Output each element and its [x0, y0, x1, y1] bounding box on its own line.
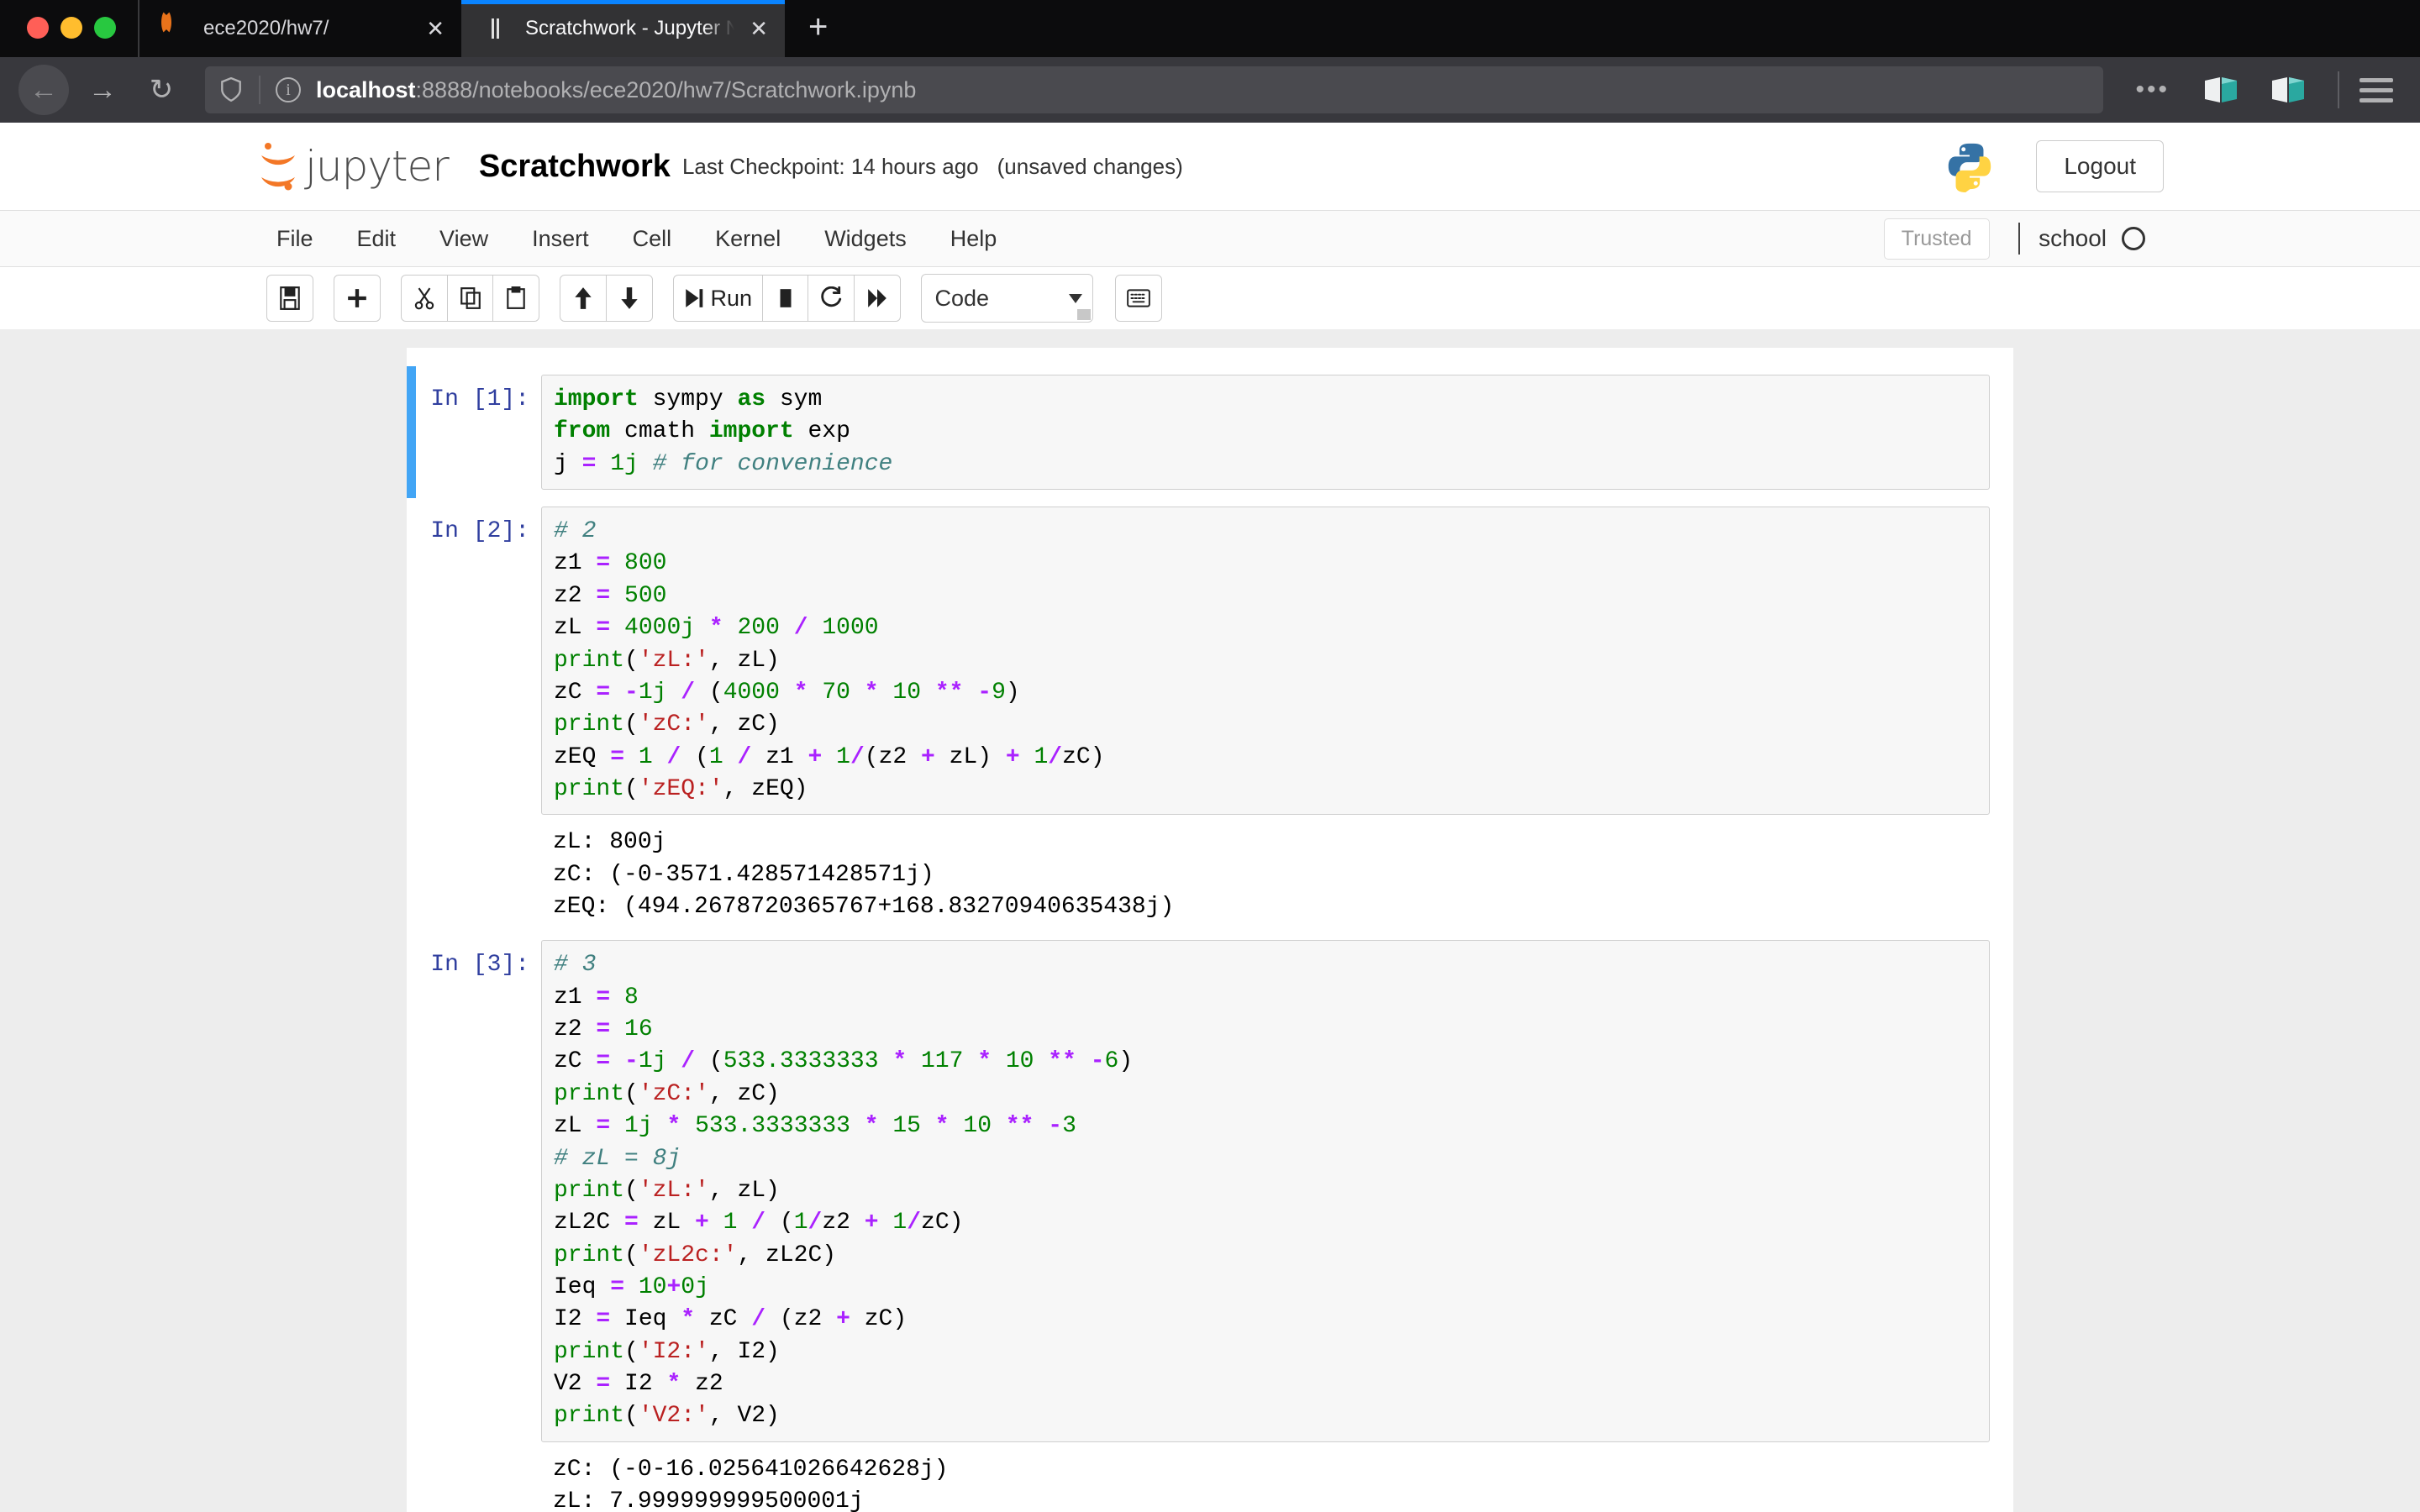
cell-2-input-area[interactable]: # 2 z1 = 800 z2 = 500 zL = 4000j * 200 /…: [541, 507, 1990, 816]
save-button[interactable]: [266, 275, 313, 322]
cell-3-source: # 3 z1 = 8 z2 = 16 zC = -1j / (533.33333…: [554, 952, 1134, 1430]
copy-cell-button[interactable]: [446, 275, 494, 322]
restart-kernel-button[interactable]: [808, 275, 855, 322]
cell-1-input-area[interactable]: import sympy as sym from cmath import ex…: [541, 375, 1990, 491]
reload-button[interactable]: ↻: [136, 65, 187, 115]
interrupt-kernel-button[interactable]: [761, 275, 809, 322]
browser-tab-2-title: Scratchwork - Jupyter Notebook: [525, 17, 735, 39]
window-traffic-lights: [0, 17, 138, 57]
restart-and-run-all-button[interactable]: [853, 275, 901, 322]
move-cell-down-button[interactable]: [605, 275, 653, 322]
cell-2-output-prompt: [424, 827, 541, 923]
notebook-scroll-region[interactable]: In [1]: import sympy as sym from cmath i…: [0, 329, 2420, 1512]
jupyter-wordmark: jupyter: [305, 142, 450, 191]
select-scroll-thumb: [1076, 309, 1091, 320]
jupyter-icon: [483, 15, 510, 42]
menu-cell[interactable]: Cell: [611, 226, 694, 252]
notebook-cell-3[interactable]: In [3]: # 3 z1 = 8 z2 = 16 zC = -1j / (5…: [407, 932, 2013, 1450]
browser-tab-1-title: ece2020/hw7/: [203, 17, 329, 39]
cell-type-value: Code: [934, 285, 990, 311]
jupyter-toolbar: Run Code: [0, 267, 2420, 329]
menu-widgets[interactable]: Widgets: [802, 226, 929, 252]
menu-help[interactable]: Help: [929, 226, 1019, 252]
insert-cell-below-button[interactable]: [334, 275, 381, 322]
menu-kernel[interactable]: Kernel: [693, 226, 802, 252]
last-checkpoint-label: Last Checkpoint: 14 hours ago: [681, 153, 979, 179]
page-actions-overflow-button[interactable]: •••: [2122, 76, 2183, 104]
cell-2-output-text: zL: 800j zC: (-0-3571.428571428571j) zEQ…: [553, 829, 1175, 921]
menu-insert[interactable]: Insert: [510, 226, 611, 252]
back-button[interactable]: ←: [18, 65, 69, 115]
url-host: localhost: [316, 76, 416, 102]
cell-3-output-area: zC: (-0-16.025641026642628j) zL: 7.99999…: [541, 1454, 1990, 1512]
jupyter-notebook-app: jupyter Scratchwork Last Checkpoint: 14 …: [0, 123, 2420, 1512]
cell-type-select[interactable]: Code: [920, 274, 1093, 323]
jupyter-header: jupyter Scratchwork Last Checkpoint: 14 …: [0, 123, 2420, 210]
move-cell-up-button[interactable]: [560, 275, 607, 322]
kernel-separator: [2018, 223, 2021, 255]
cell-2-prompt: In [2]:: [430, 518, 529, 545]
site-info-icon[interactable]: i: [276, 77, 301, 102]
cell-1-source: import sympy as sym from cmath import ex…: [554, 386, 893, 477]
logout-button[interactable]: Logout: [2036, 140, 2164, 192]
notebook-cell-2-output-row: zL: 800j zC: (-0-3571.428571428571j) zEQ…: [407, 823, 2013, 932]
notebook-page: In [1]: import sympy as sym from cmath i…: [407, 348, 2013, 1512]
chevron-down-icon: [1068, 293, 1082, 303]
jupyter-menu-bar: File Edit View Insert Cell Kernel Widget…: [0, 210, 2420, 267]
cell-2-code-editor[interactable]: # 2 z1 = 800 z2 = 500 zL = 4000j * 200 /…: [541, 507, 1990, 816]
minimize-window-button[interactable]: [60, 17, 82, 39]
paste-cell-button[interactable]: [492, 275, 539, 322]
cell-3-input-area[interactable]: # 3 z1 = 8 z2 = 16 zC = -1j / (533.33333…: [541, 940, 1990, 1442]
address-bar-url: localhost:8888/notebooks/ece2020/hw7/Scr…: [316, 77, 916, 103]
reader-book-icon[interactable]: [2203, 76, 2238, 104]
jupyter-logo[interactable]: jupyter: [256, 140, 450, 192]
python-kernel-logo-icon: [1944, 140, 1996, 192]
menu-view[interactable]: View: [418, 226, 510, 252]
cell-3-prompt: In [3]:: [430, 952, 529, 979]
cell-3-output-prompt: [424, 1454, 541, 1512]
bookmarks-book-icon[interactable]: [2270, 76, 2306, 104]
trusted-badge[interactable]: Trusted: [1883, 218, 1990, 260]
cell-3-code-editor[interactable]: # 3 z1 = 8 z2 = 16 zC = -1j / (533.33333…: [541, 940, 1990, 1442]
address-bar-divider: [259, 76, 260, 104]
shield-icon[interactable]: [220, 76, 242, 102]
notebook-cell-1[interactable]: In [1]: import sympy as sym from cmath i…: [407, 366, 2013, 499]
menu-edit[interactable]: Edit: [335, 226, 418, 252]
nav-separator: [2338, 71, 2339, 108]
new-tab-button[interactable]: +: [785, 10, 848, 57]
cut-cell-button[interactable]: [401, 275, 448, 322]
loading-spinner-icon: [161, 10, 188, 42]
browser-window: ece2020/hw7/ ✕ Scratchwork - Jupyter Not…: [0, 0, 2420, 1512]
cell-1-prompt: In [1]:: [430, 386, 529, 412]
run-button-label: Run: [710, 285, 753, 311]
maximize-window-button[interactable]: [94, 17, 116, 39]
url-path: :8888/notebooks/ece2020/hw7/Scratchwork.…: [415, 76, 917, 102]
cell-2-source: # 2 z1 = 800 z2 = 500 zL = 4000j * 200 /…: [554, 518, 1105, 802]
close-tab-2-icon[interactable]: ✕: [750, 18, 768, 39]
browser-nav-bar: ← → ↻ i localhost:8888/notebooks/ece2020…: [0, 57, 2420, 123]
kernel-name-label: school: [2039, 225, 2107, 251]
forward-button[interactable]: →: [77, 65, 128, 115]
browser-tab-2[interactable]: Scratchwork - Jupyter Notebook ✕: [461, 0, 785, 57]
menu-file[interactable]: File: [256, 226, 335, 252]
browser-tab-1[interactable]: ece2020/hw7/ ✕: [138, 0, 461, 57]
notebook-title[interactable]: Scratchwork: [479, 149, 671, 185]
open-command-palette-button[interactable]: [1114, 275, 1162, 322]
cell-2-output-area: zL: 800j zC: (-0-3571.428571428571j) zEQ…: [541, 827, 1990, 923]
address-bar[interactable]: i localhost:8888/notebooks/ece2020/hw7/S…: [205, 66, 2104, 113]
notebook-cell-2[interactable]: In [2]: # 2 z1 = 800 z2 = 500 zL = 4000j…: [407, 498, 2013, 823]
cell-3-output-text: zC: (-0-16.025641026642628j) zL: 7.99999…: [553, 1456, 949, 1512]
browser-tab-strip: ece2020/hw7/ ✕ Scratchwork - Jupyter Not…: [0, 0, 2420, 57]
modified-status-label: (unsaved changes): [997, 153, 1183, 179]
kernel-idle-indicator-icon[interactable]: [2122, 227, 2145, 250]
jupyter-logo-icon: [256, 140, 300, 192]
notebook-cell-3-output-row: zC: (-0-16.025641026642628j) zL: 7.99999…: [407, 1451, 2013, 1512]
close-tab-1-icon[interactable]: ✕: [426, 18, 445, 39]
run-cell-button[interactable]: Run: [672, 275, 764, 322]
browser-menu-icon[interactable]: [2360, 72, 2393, 108]
close-window-button[interactable]: [27, 17, 49, 39]
cell-1-code-editor[interactable]: import sympy as sym from cmath import ex…: [541, 375, 1990, 491]
